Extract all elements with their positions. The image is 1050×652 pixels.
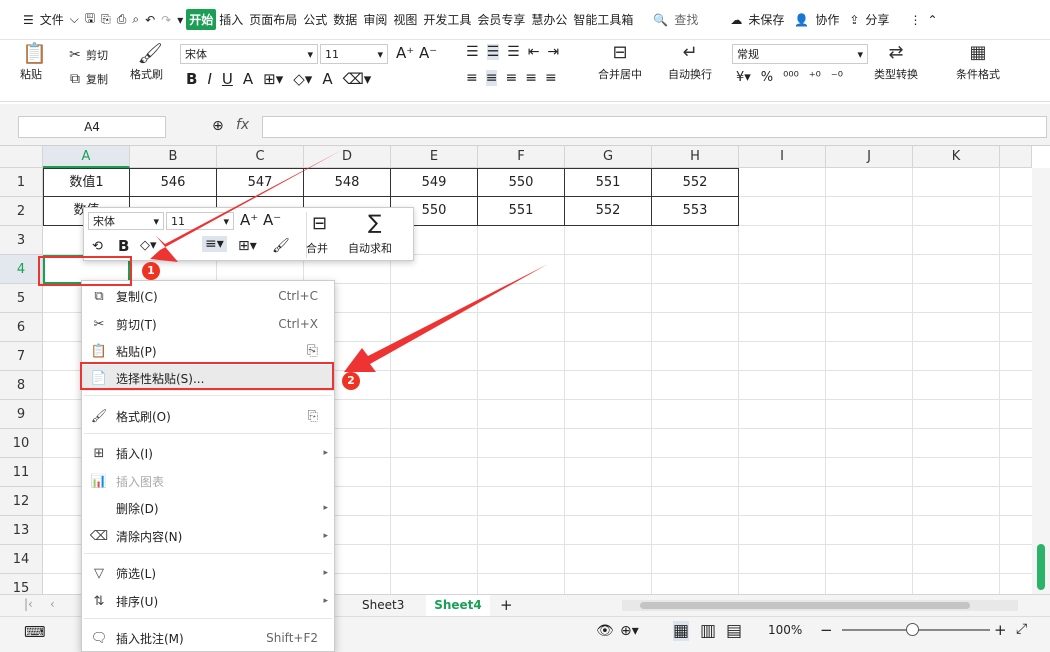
annotation-arrow-1 xyxy=(150,150,342,262)
annotation-arrow-2 xyxy=(344,264,548,372)
annotation-badge-1: 1 xyxy=(142,262,160,280)
annotation-arrows xyxy=(150,150,548,372)
annotation-badge-2: 2 xyxy=(342,372,360,390)
